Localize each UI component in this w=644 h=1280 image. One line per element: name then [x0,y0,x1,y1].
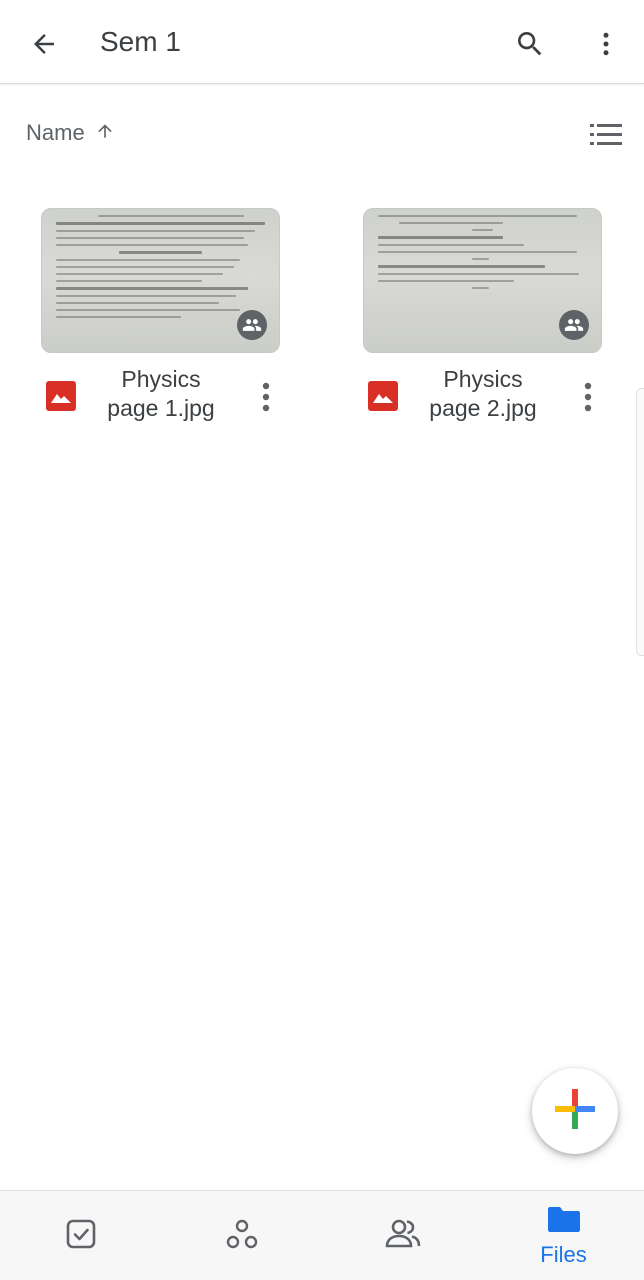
file-name[interactable]: Physics page 1.jpg [86,365,236,423]
nav-item-workspaces[interactable] [161,1191,322,1280]
list-view-icon[interactable] [590,122,622,148]
image-icon [46,381,76,411]
more-vert-icon[interactable] [586,24,626,64]
workspaces-icon [225,1217,259,1256]
file-card[interactable]: Physics page 2.jpg [363,208,603,435]
folder-title: Sem 1 [100,26,181,57]
priority-check-icon [65,1218,97,1255]
folder-icon [547,1205,581,1238]
nav-item-priority[interactable] [0,1191,161,1280]
file-card[interactable]: Physics page 1.jpg [41,208,281,435]
image-icon [368,381,398,411]
arrow-up-icon [95,121,115,146]
nav-label-files: Files [540,1241,587,1267]
more-vert-icon[interactable] [575,377,601,417]
shared-people-icon [237,310,267,340]
file-thumbnail[interactable] [363,208,602,353]
file-name-line: page 1.jpg [107,395,215,421]
search-icon[interactable] [510,24,550,64]
shared-people-icon [559,310,589,340]
file-name-line: page 2.jpg [429,395,537,421]
sort-by-name-button[interactable]: Name [26,120,115,146]
nav-item-files[interactable]: Files [483,1191,644,1280]
arrow-left-icon[interactable] [24,24,64,64]
file-name-line: Physics [443,366,523,392]
sort-label: Name [26,120,85,145]
new-item-fab[interactable] [532,1068,618,1154]
nav-item-shared[interactable] [322,1191,483,1280]
document-text-lines [56,215,265,323]
shared-icon [385,1217,421,1256]
more-vert-icon[interactable] [253,377,279,417]
scroll-edge-indicator [636,388,644,656]
file-meta: Physics page 2.jpg [363,365,603,435]
bottom-navigation: Files [0,1190,644,1280]
document-text-lines [378,215,587,294]
plus-icon [553,1087,597,1136]
sort-bar: Name [0,110,644,160]
file-thumbnail[interactable] [41,208,280,353]
top-app-bar: Sem 1 [0,0,644,84]
file-name[interactable]: Physics page 2.jpg [408,365,558,423]
file-name-line: Physics [121,366,201,392]
file-meta: Physics page 1.jpg [41,365,281,435]
